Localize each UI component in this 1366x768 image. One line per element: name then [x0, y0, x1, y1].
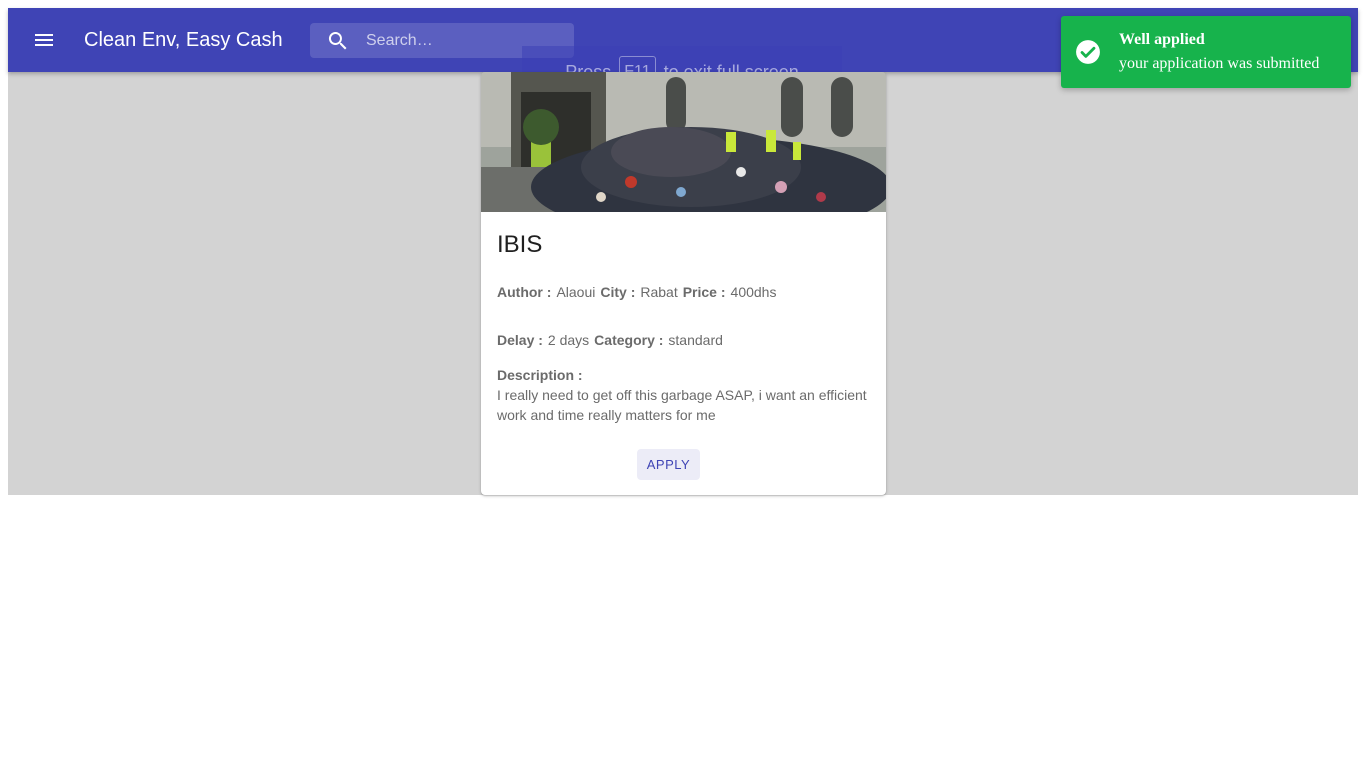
app-title: Clean Env, Easy Cash: [84, 28, 283, 51]
category-label: Category :: [594, 332, 664, 348]
card-meta-row-2: Delay : 2 days Category : standard: [497, 331, 870, 349]
apply-button[interactable]: APPLY: [636, 449, 701, 480]
card-description: Description : I really need to get off t…: [497, 365, 870, 425]
author-label: Author :: [497, 284, 552, 300]
city-label: City :: [600, 284, 636, 300]
author-value: Alaoui: [556, 284, 596, 300]
toast-message: your application was submitted: [1119, 55, 1320, 72]
card-actions: APPLY: [497, 425, 870, 480]
search-icon: [310, 23, 366, 58]
delay-value: 2 days: [547, 332, 590, 348]
menu-icon: [35, 34, 53, 46]
check-circle-icon: [1076, 40, 1100, 64]
description-text: I really need to get off this garbage AS…: [497, 387, 867, 423]
price-value: 400dhs: [730, 284, 777, 300]
delay-label: Delay :: [497, 332, 543, 348]
toast-title: Well applied: [1119, 31, 1205, 48]
card-meta-row-1: Author : Alaoui City : Rabat Price : 400…: [497, 283, 870, 301]
success-toast: Well applied your application was submit…: [1061, 16, 1351, 88]
job-card: IBIS Author : Alaoui City : Rabat Price …: [481, 72, 886, 495]
category-value: standard: [668, 332, 723, 348]
description-label: Description :: [497, 367, 583, 383]
price-label: Price :: [682, 284, 726, 300]
city-value: Rabat: [640, 284, 678, 300]
card-image: [481, 72, 886, 212]
menu-button[interactable]: [20, 16, 68, 64]
card-title: IBIS: [497, 231, 543, 258]
